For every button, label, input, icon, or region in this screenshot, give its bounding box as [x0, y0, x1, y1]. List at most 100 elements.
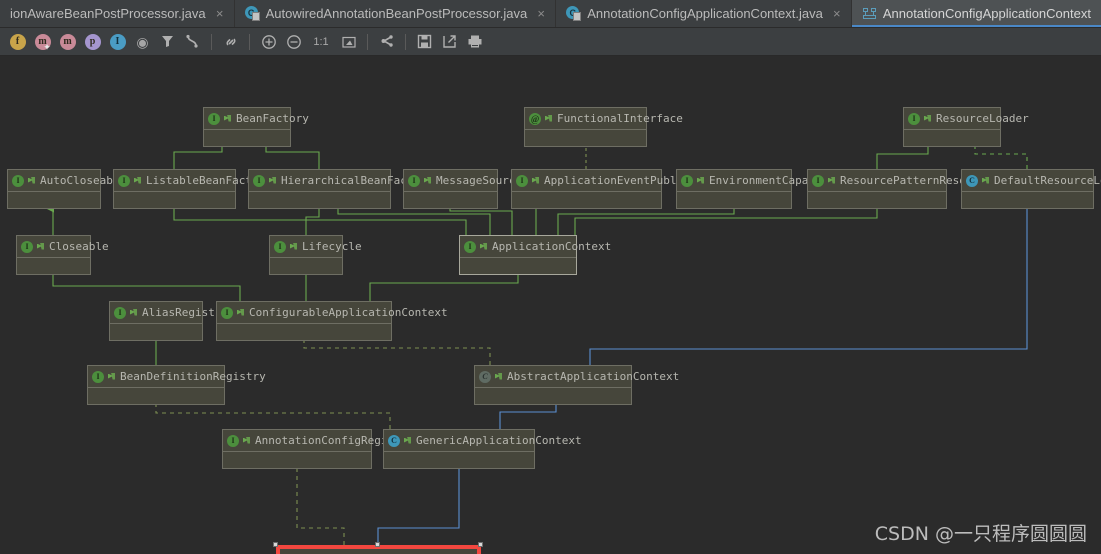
- tab-close-icon[interactable]: ×: [535, 6, 547, 21]
- class-node-beanfactory[interactable]: I BeanFactory: [203, 107, 309, 147]
- fit-content-button[interactable]: [336, 30, 361, 54]
- editor-tab-label: AnnotationConfigApplicationContext.java: [587, 5, 823, 21]
- class-node-environmentcapable[interactable]: I EnvironmentCapable: [676, 169, 828, 209]
- editor-tab-1[interactable]: AutowiredAnnotationBeanPostProcessor.jav…: [235, 0, 557, 27]
- class-node-functionalinterface[interactable]: @ FunctionalInterface: [524, 107, 683, 147]
- zoom-in-button[interactable]: [256, 30, 281, 54]
- interface-icon: I: [208, 112, 220, 125]
- class-node-label: GenericApplicationContext: [416, 434, 582, 447]
- show-edges-button[interactable]: [180, 30, 205, 54]
- tab-close-icon[interactable]: ×: [831, 6, 843, 21]
- selection-handle-n[interactable]: [375, 542, 380, 547]
- interface-icon: I: [274, 240, 286, 253]
- constructor-badge-icon: ✦: [43, 41, 51, 52]
- class-node-genericapplicationcontext[interactable]: C GenericApplicationContext: [383, 429, 582, 469]
- class-node-lifecycle[interactable]: I Lifecycle: [269, 235, 362, 275]
- member-mark-icon: [923, 113, 933, 125]
- watermark-text: CSDN @一只程序圆圆圆: [874, 523, 1087, 545]
- uml-diagram-canvas[interactable]: I BeanFactory @ FunctionalInterface I Re…: [0, 56, 1101, 554]
- selection-handle-ne[interactable]: [478, 542, 483, 547]
- class-node-resourcepatternresolver[interactable]: I ResourcePatternResolver: [807, 169, 992, 209]
- member-mark-icon: [223, 113, 233, 125]
- class-node-configurableapplicationcontext[interactable]: I ConfigurableApplicationContext: [216, 301, 448, 341]
- class-node-body: [808, 192, 946, 208]
- actual-size-icon: 1:1: [313, 35, 329, 48]
- member-mark-icon: [36, 241, 46, 253]
- class-node-body: [525, 130, 646, 146]
- filter-members-button[interactable]: [155, 30, 180, 54]
- show-inner-classes-button[interactable]: I: [105, 30, 130, 54]
- class-node-aliasregistry[interactable]: I AliasRegistry: [109, 301, 228, 341]
- class-node-applicationeventpublisher[interactable]: I ApplicationEventPublisher: [511, 169, 710, 209]
- editor-tab-2[interactable]: AnnotationConfigApplicationContext.java …: [556, 0, 852, 27]
- show-fields-button[interactable]: f: [5, 30, 30, 54]
- visibility-level-button[interactable]: ◉: [130, 30, 155, 54]
- actual-size-button[interactable]: 1:1: [306, 30, 336, 54]
- class-node-hierarchicalbeanfactory[interactable]: I HierarchicalBeanFactory: [248, 169, 433, 209]
- class-node-body: [512, 192, 661, 208]
- class-node-body: [475, 388, 631, 404]
- zoom-out-icon: [286, 34, 301, 49]
- class-node-applicationcontext[interactable]: I ApplicationContext: [459, 235, 611, 275]
- interface-icon: I: [408, 174, 420, 187]
- class-node-header: I ConfigurableApplicationContext: [217, 302, 448, 324]
- show-methods-button[interactable]: m: [55, 30, 80, 54]
- selection-handle-nw[interactable]: [273, 542, 278, 547]
- annotation-icon: @: [529, 112, 541, 125]
- class-node-header: I HierarchicalBeanFactory: [249, 170, 433, 192]
- funnel-icon: [162, 36, 173, 47]
- class-node-header: I ApplicationEventPublisher: [512, 170, 710, 192]
- fit-content-icon: [341, 36, 356, 48]
- class-node-header: @ FunctionalInterface: [525, 108, 683, 130]
- edge-arrow-icon: [186, 34, 198, 48]
- show-properties-button[interactable]: p: [80, 30, 105, 54]
- toolbar-separator-1: [211, 33, 212, 50]
- member-mark-icon: [544, 113, 554, 125]
- class-node-label: Lifecycle: [302, 240, 362, 253]
- class-node-body: [114, 192, 235, 208]
- java-class-icon: [566, 6, 582, 21]
- editor-tab-0[interactable]: ionAwareBeanPostProcessor.java ×: [0, 0, 235, 27]
- show-constructors-button[interactable]: m ✦: [30, 30, 55, 54]
- abstract-class-icon: C: [479, 370, 491, 383]
- class-node-header: C AnnotationConfigApplicationContext: [280, 549, 537, 554]
- save-diagram-button[interactable]: [412, 30, 437, 54]
- class-node-label: DefaultResourceLoader: [994, 174, 1101, 187]
- export-diagram-button[interactable]: [437, 30, 462, 54]
- member-mark-icon: [494, 371, 504, 383]
- class-node-header: I AliasRegistry: [110, 302, 228, 324]
- class-node-abstractapplicationcontext[interactable]: C AbstractApplicationContext: [474, 365, 679, 405]
- class-node-beandefinitionregistry[interactable]: I BeanDefinitionRegistry: [87, 365, 266, 405]
- zoom-in-icon: [261, 34, 276, 49]
- class-node-label: MessageSource: [436, 174, 523, 187]
- zoom-out-button[interactable]: [281, 30, 306, 54]
- print-diagram-button[interactable]: [462, 30, 487, 54]
- java-class-icon: [244, 6, 260, 21]
- class-node-header: I AutoCloseable: [8, 170, 126, 192]
- editor-tab-3[interactable]: AnnotationConfigApplicationContext ×: [851, 0, 1101, 27]
- class-node-closeable[interactable]: I Closeable: [16, 235, 109, 275]
- class-node-listablebeanfactory[interactable]: I ListableBeanFactory: [113, 169, 272, 209]
- class-node-body: [110, 324, 202, 340]
- class-node-annotationconfigregistry[interactable]: I AnnotationConfigRegistry: [222, 429, 414, 469]
- class-node-header: I EnvironmentCapable: [677, 170, 828, 192]
- member-mark-icon: [107, 371, 117, 383]
- class-node-messagesource[interactable]: I MessageSource: [403, 169, 522, 209]
- class-node-header: I BeanDefinitionRegistry: [88, 366, 266, 388]
- class-node-defaultresourceloader[interactable]: C DefaultResourceLoader: [961, 169, 1101, 209]
- property-icon: p: [84, 33, 101, 50]
- member-mark-icon: [403, 435, 413, 447]
- interface-icon: I: [92, 370, 104, 383]
- interface-icon: I: [114, 306, 126, 319]
- layout-graph-button[interactable]: [374, 30, 399, 54]
- class-node-autocloseable[interactable]: I AutoCloseable: [7, 169, 126, 209]
- tab-close-icon[interactable]: ×: [214, 6, 226, 21]
- method-icon: m: [59, 33, 76, 50]
- interface-icon: I: [464, 240, 476, 253]
- class-node-header: I MessageSource: [404, 170, 522, 192]
- class-icon: C: [388, 434, 400, 447]
- diagram-toolbar: f m ✦ m p I ◉ 1:1: [0, 28, 1101, 56]
- class-node-body: [204, 130, 290, 146]
- show-dependencies-button[interactable]: [218, 30, 243, 54]
- class-node-resourceloader[interactable]: I ResourceLoader: [903, 107, 1029, 147]
